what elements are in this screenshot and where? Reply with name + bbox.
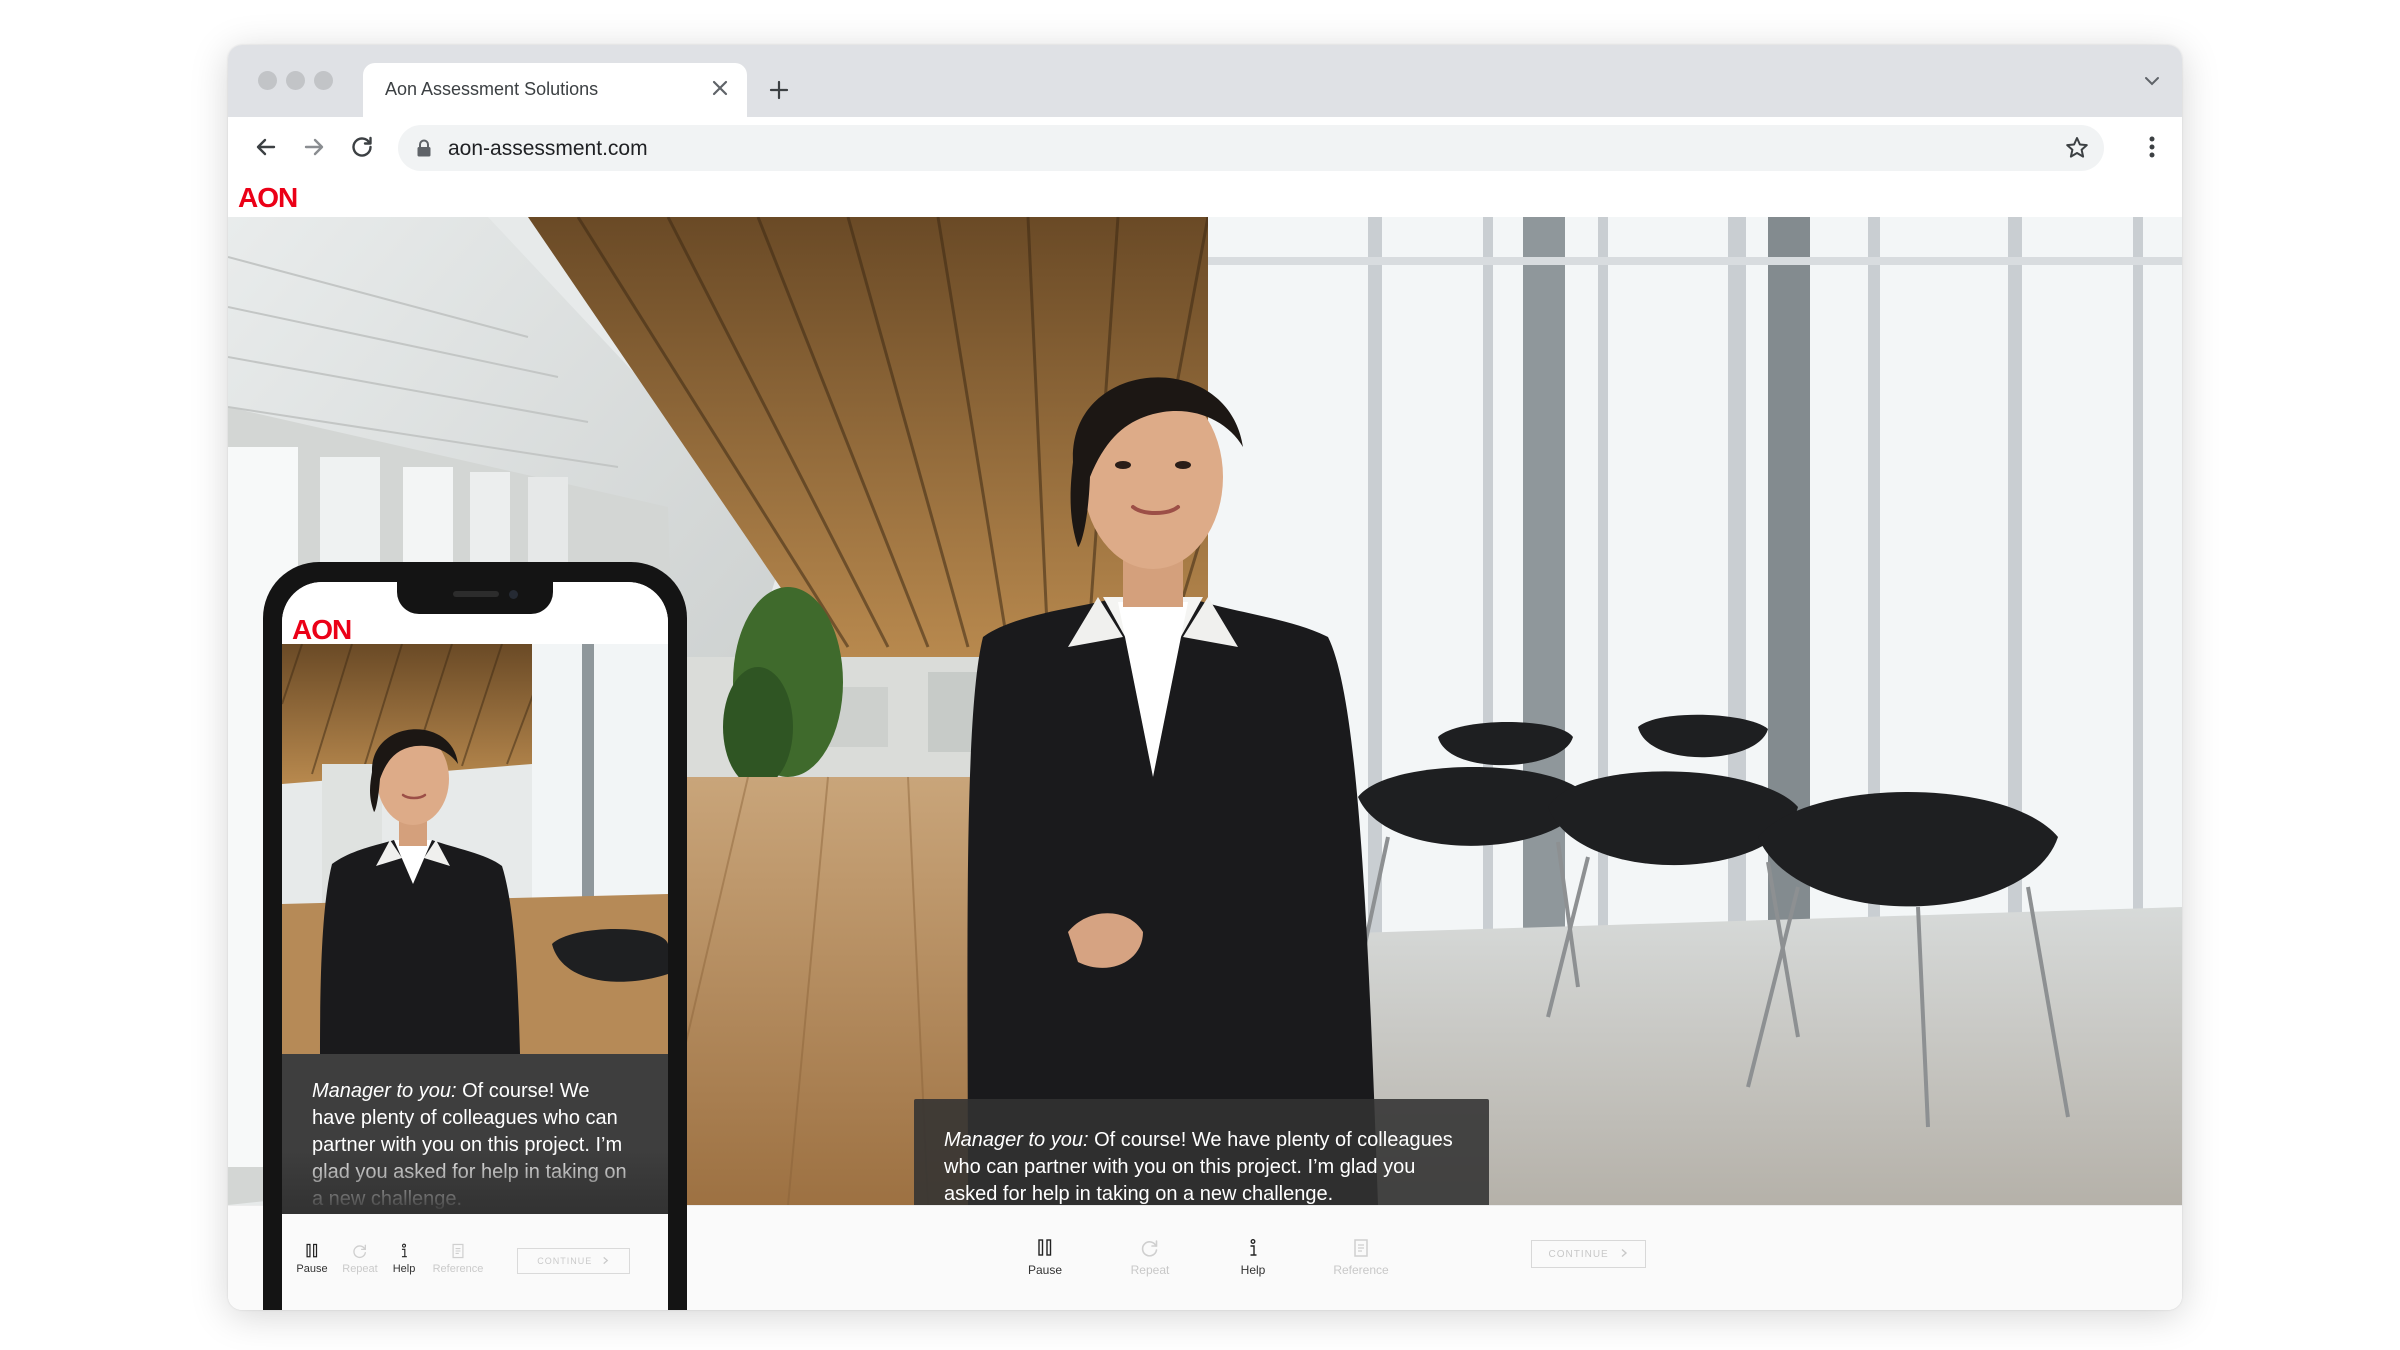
reload-icon — [352, 136, 372, 157]
mobile-document-icon — [452, 1243, 464, 1258]
close-tab-button[interactable] — [705, 73, 735, 103]
info-icon — [1250, 1239, 1257, 1256]
mobile-help-button[interactable]: Help — [376, 1236, 432, 1280]
mobile-info-icon — [401, 1243, 407, 1257]
pause-button[interactable]: Pause — [1000, 1232, 1090, 1282]
forward-button[interactable] — [298, 131, 330, 163]
url-text[interactable]: aon-assessment.com — [448, 137, 648, 161]
mobile-assessment-controls: Pause Repeat Help Reference CONTINUE — [282, 1214, 668, 1310]
back-button[interactable] — [250, 131, 282, 163]
continue-label: CONTINUE — [1548, 1249, 1609, 1260]
reload-button[interactable] — [346, 131, 378, 163]
reference-label: Reference — [1333, 1263, 1389, 1277]
tab-list-button[interactable] — [2140, 69, 2164, 93]
pause-icon — [1038, 1239, 1052, 1256]
reference-button[interactable]: Reference — [1316, 1232, 1406, 1282]
mobile-caption-fade — [282, 1150, 668, 1214]
new-tab-button[interactable] — [764, 75, 794, 105]
pause-label: Pause — [1027, 1263, 1063, 1277]
caption-box: Manager to you: Of course! We have plent… — [914, 1099, 1489, 1205]
mobile-continue-button[interactable]: CONTINUE — [517, 1248, 630, 1274]
phone-notch — [397, 582, 553, 614]
browser-menu-button[interactable] — [2136, 131, 2168, 163]
mobile-pause-icon — [306, 1243, 318, 1257]
phone-screen: AON Manager to you: Of course! We have p… — [282, 582, 668, 1310]
mobile-reference-label: Reference — [432, 1262, 484, 1275]
arrow-right-icon — [304, 138, 324, 156]
close-icon — [712, 80, 728, 96]
lock-icon — [417, 139, 431, 157]
repeat-label: Repeat — [1130, 1263, 1170, 1277]
aon-logo: AON — [238, 182, 298, 213]
chevron-right-icon — [1621, 1248, 1627, 1258]
phone-camera — [509, 590, 518, 599]
address-bar[interactable]: aon-assessment.com — [398, 125, 2104, 171]
mobile-office-illustration — [282, 644, 668, 1054]
mobile-scene-photo — [282, 644, 668, 1054]
continue-button[interactable]: CONTINUE — [1531, 1240, 1646, 1268]
mobile-chevron-right-icon — [603, 1256, 609, 1265]
bookmark-button[interactable] — [2062, 133, 2092, 163]
star-icon — [2066, 137, 2088, 158]
chevron-down-icon — [2145, 77, 2159, 86]
app-header: AON — [228, 177, 2182, 217]
mobile-caption-box: Manager to you: Of course! We have plent… — [282, 1054, 668, 1214]
caption-speaker: Manager to you: — [944, 1129, 1089, 1151]
window-minimize-dot[interactable] — [286, 71, 305, 90]
mobile-continue-label: CONTINUE — [537, 1256, 593, 1266]
caption-text: Manager to you: Of course! We have plent… — [944, 1127, 1464, 1205]
arrow-left-icon — [256, 138, 276, 156]
kebab-menu-icon — [2149, 136, 2155, 158]
mobile-aon-logo: AON — [292, 614, 352, 645]
browser-tab-active[interactable]: Aon Assessment Solutions — [363, 63, 747, 117]
repeat-button[interactable]: Repeat — [1105, 1232, 1195, 1282]
help-button[interactable]: Help — [1208, 1232, 1298, 1282]
mobile-help-label: Help — [392, 1262, 416, 1275]
repeat-icon — [1141, 1240, 1158, 1257]
browser-toolbar: aon-assessment.com — [228, 117, 2182, 177]
help-label: Help — [1240, 1263, 1266, 1277]
mobile-reference-button[interactable]: Reference — [430, 1236, 486, 1280]
window-close-dot[interactable] — [258, 71, 277, 90]
tab-title: Aon Assessment Solutions — [385, 79, 599, 99]
phone-speaker — [453, 591, 499, 597]
document-icon — [1354, 1239, 1368, 1257]
plus-icon — [769, 80, 789, 100]
window-zoom-dot[interactable] — [314, 71, 333, 90]
phone-mockup: AON Manager to you: Of course! We have p… — [263, 562, 687, 1310]
tab-strip: Aon Assessment Solutions — [228, 45, 2182, 117]
mobile-caption-speaker: Manager to you: — [312, 1080, 457, 1102]
mobile-repeat-icon — [353, 1244, 366, 1258]
